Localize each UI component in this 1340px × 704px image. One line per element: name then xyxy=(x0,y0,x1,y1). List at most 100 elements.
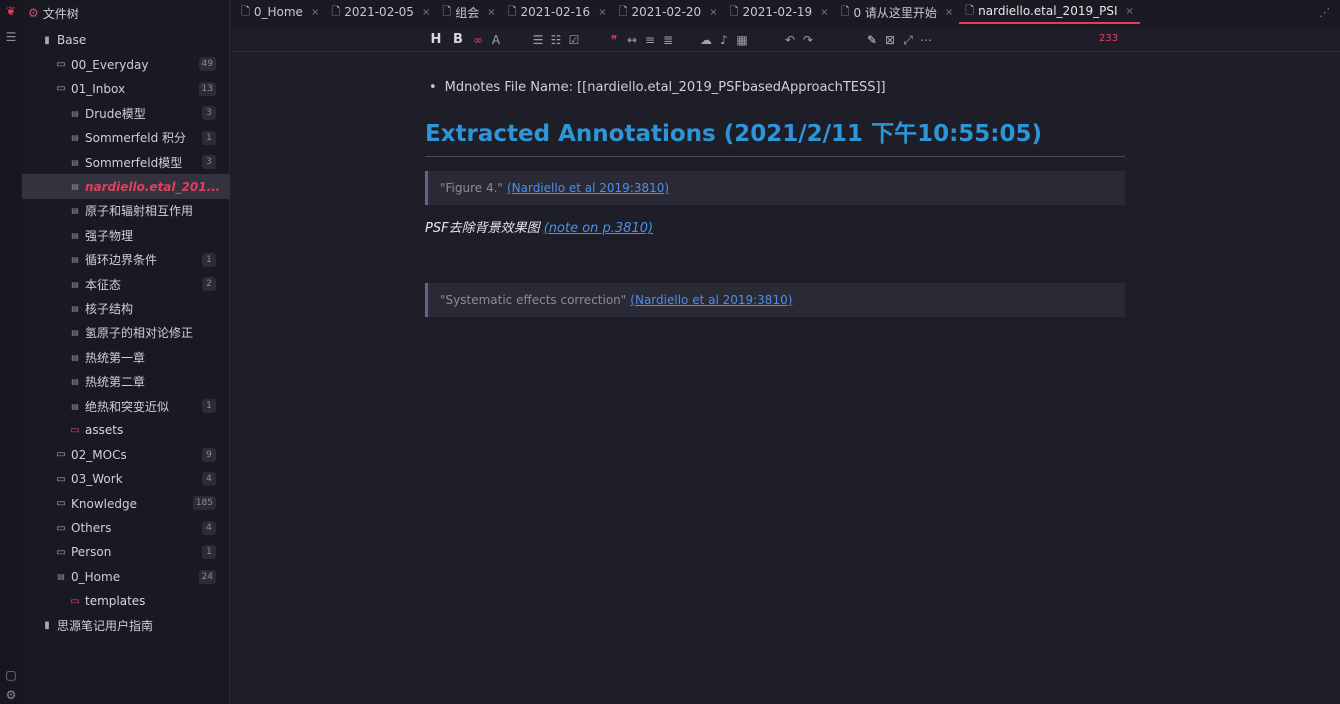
align-icon[interactable]: ≡ xyxy=(643,31,657,49)
table-icon[interactable]: ▦ xyxy=(735,31,749,49)
tab[interactable]: 🗋 0 请从这里开始 × xyxy=(835,0,960,24)
tree-item[interactable]: ▤ Sommerfeld 积分 1 xyxy=(22,126,230,150)
tree-item[interactable]: ▤ 原子和辐射相互作用 xyxy=(22,199,230,223)
tree-item[interactable]: ▭ assets xyxy=(22,418,230,442)
tab[interactable]: 🗋 2021-02-19 × xyxy=(724,0,835,24)
link-icon[interactable]: ∞ xyxy=(471,31,485,49)
tree-item[interactable]: ▭ Knowledge 185 xyxy=(22,491,230,515)
tree-icon: ⚙ xyxy=(28,6,39,20)
more-icon[interactable]: ⋯ xyxy=(919,31,933,49)
tree-item-label: Sommerfeld 积分 xyxy=(85,131,187,146)
settings-icon[interactable]: ⚙ xyxy=(4,688,18,702)
close-icon[interactable]: × xyxy=(422,7,430,18)
menu-icon[interactable]: ☰ xyxy=(4,30,18,44)
tree-item-label: 强子物理 xyxy=(85,228,134,243)
close-icon[interactable]: × xyxy=(820,7,828,18)
quote-icon[interactable]: ❞ xyxy=(607,31,621,49)
tab[interactable]: 🗋 2021-02-05 × xyxy=(325,0,436,24)
tree-item[interactable]: ▤ 强子物理 xyxy=(22,223,230,247)
file-icon: ▤ xyxy=(71,182,79,192)
tab-label: 2021-02-19 xyxy=(742,5,813,19)
folder-icon: ▭ xyxy=(70,595,80,607)
redo-icon[interactable]: ↷ xyxy=(801,31,815,49)
indent-icon[interactable]: ≣ xyxy=(661,31,675,49)
file-tree: ▮ Base ▭ 00_Everyday 49 ▭ 01_Inbox 13 ▤ Drude模型 3 ▤… xyxy=(22,28,230,638)
close-icon[interactable]: × xyxy=(945,7,953,18)
citation-link[interactable]: (Nardiello et al 2019:3810) xyxy=(630,293,792,307)
sidebar-title: 文件树 xyxy=(42,6,79,21)
document-body: • Mdnotes File Name: [[nardiello.etal_201… xyxy=(425,78,1125,317)
tab[interactable]: 🗋 组会 × xyxy=(436,0,501,24)
fullscreen-icon[interactable]: ⤢ xyxy=(901,31,915,49)
tree-item[interactable]: ▮ 思源笔记用户指南 xyxy=(22,613,230,637)
bold-button[interactable]: B xyxy=(451,31,465,49)
tree-item[interactable]: ▭ templates xyxy=(22,589,230,613)
tab-label: 2021-02-05 xyxy=(344,5,414,19)
tree-item-label: Knowledge xyxy=(71,496,137,511)
tree-item[interactable]: ▭ 03_Work 4 xyxy=(22,467,230,491)
editor-toolbar: H B ∞ A ☰ ☷ ☑ ❞ ↔ ≡ ≣ ☁ ♪ ▦ ↶ ↷ ✎ ⊠ ⤢ ⋯ xyxy=(231,28,1340,52)
file-icon: ▤ xyxy=(71,279,79,289)
tree-item-label: Sommerfeld模型 xyxy=(85,155,183,170)
folder-icon: ▭ xyxy=(56,449,66,461)
tree-item[interactable]: ▮ Base xyxy=(22,28,230,52)
close-icon[interactable]: × xyxy=(598,7,606,18)
tree-item[interactable]: ▤ 绝热和突变近似 1 xyxy=(22,394,230,418)
tree-item-label: Drude模型 xyxy=(85,106,146,121)
tree-item[interactable]: ▤ 0_Home 24 xyxy=(22,565,230,589)
file-icon: ▤ xyxy=(71,352,79,362)
tab[interactable]: 🗋 0_Home × xyxy=(235,0,325,24)
citation-link[interactable]: (Nardiello et al 2019:3810) xyxy=(507,181,669,195)
mic-icon[interactable]: ♪ xyxy=(717,31,731,49)
tree-item[interactable]: ▤ 本征态 2 xyxy=(22,272,230,296)
tab[interactable]: 🗋 nardiello.etal_2019_PSI × xyxy=(959,0,1140,24)
item-count-badge: 1 xyxy=(202,545,216,560)
close-icon[interactable]: × xyxy=(1126,6,1134,17)
window-icon[interactable]: ▢ xyxy=(4,668,18,682)
tree-item[interactable]: ▭ 02_MOCs 9 xyxy=(22,443,230,467)
folder-icon: ▭ xyxy=(70,424,80,436)
tree-item[interactable]: ▤ 热统第二章 xyxy=(22,369,230,393)
file-icon: ▤ xyxy=(71,157,79,167)
heading-button[interactable]: H xyxy=(429,31,443,49)
tree-item[interactable]: ▤ 核子结构 xyxy=(22,296,230,320)
tree-item-label: nardiello.etal_201... xyxy=(85,179,221,194)
undo-icon[interactable]: ↶ xyxy=(783,31,797,49)
file-icon: ▤ xyxy=(57,572,65,582)
preview-icon[interactable]: ⊠ xyxy=(883,31,897,49)
tree-item[interactable]: ▭ Others 4 xyxy=(22,516,230,540)
bullet-list-icon[interactable]: ☰ xyxy=(531,31,545,49)
checkbox-icon[interactable]: ☑ xyxy=(567,31,581,49)
file-icon: 🗋 xyxy=(241,4,250,18)
tab[interactable]: 🗋 2021-02-16 × xyxy=(502,0,613,24)
split-icon[interactable]: ⋰ xyxy=(1319,6,1330,19)
edit-icon[interactable]: ✎ xyxy=(865,31,879,49)
tree-item[interactable]: ▤ 循环边界条件 1 xyxy=(22,248,230,272)
tree-item[interactable]: ▭ 01_Inbox 13 xyxy=(22,77,230,101)
tab-label: 0_Home xyxy=(253,5,303,19)
tree-item[interactable]: ▤ Sommerfeld模型 3 xyxy=(22,150,230,174)
note-link[interactable]: (note on p.3810) xyxy=(544,221,653,236)
tab[interactable]: 🗋 2021-02-20 × xyxy=(613,0,724,24)
strike-icon[interactable]: A xyxy=(489,31,503,49)
close-icon[interactable]: × xyxy=(311,7,319,18)
file-icon: ▤ xyxy=(71,230,79,240)
tree-item[interactable]: ▤ 氢原子的相对论修正 xyxy=(22,321,230,345)
tree-item[interactable]: ▤ nardiello.etal_201... xyxy=(22,174,230,199)
file-icon: ▤ xyxy=(71,377,79,387)
file-icon: ▤ xyxy=(71,206,79,216)
file-icon: ▤ xyxy=(71,133,79,143)
tree-item[interactable]: ▤ Drude模型 3 xyxy=(22,101,230,125)
numbered-list-icon[interactable]: ☷ xyxy=(549,31,563,49)
tree-item[interactable]: ▭ 00_Everyday 49 xyxy=(22,52,230,76)
tree-item-label: assets xyxy=(85,423,124,438)
note-text: PSF去除背景效果图 xyxy=(425,221,544,236)
tree-item[interactable]: ▭ Person 1 xyxy=(22,540,230,564)
app-logo-icon: ❦ xyxy=(5,4,17,18)
close-icon[interactable]: × xyxy=(487,7,495,18)
tree-item[interactable]: ▤ 热统第一章 xyxy=(22,345,230,369)
upload-icon[interactable]: ☁ xyxy=(699,31,713,49)
folder-icon: ▭ xyxy=(56,522,66,534)
code-icon[interactable]: ↔ xyxy=(625,31,639,49)
close-icon[interactable]: × xyxy=(709,7,717,18)
